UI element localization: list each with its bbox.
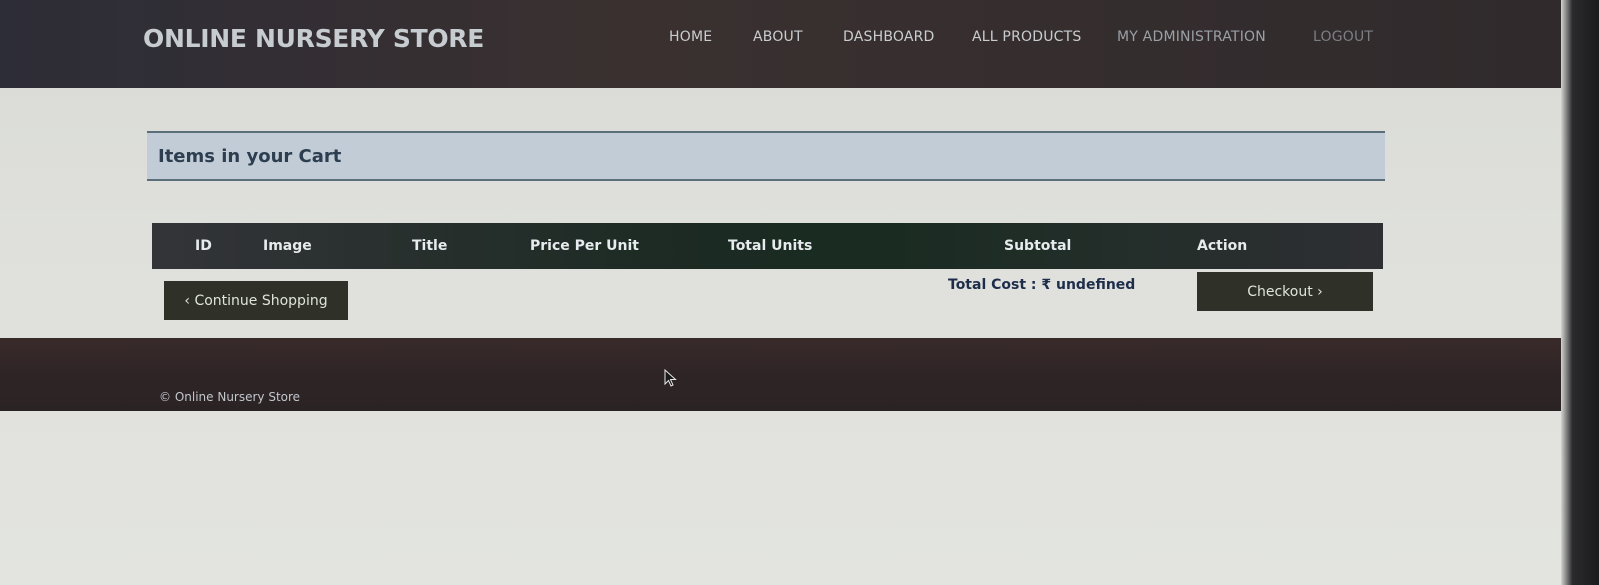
column-header-action: Action <box>1197 238 1248 254</box>
checkout-button[interactable]: Checkout › <box>1197 272 1373 311</box>
cart-table-header: ID Image Title Price Per Unit Total Unit… <box>152 223 1383 269</box>
monitor-bezel <box>1561 0 1599 585</box>
nav-my-administration[interactable]: MY ADMINISTRATION <box>1117 29 1266 45</box>
footer-copyright: © Online Nursery Store <box>159 390 301 404</box>
continue-shopping-button[interactable]: ‹ Continue Shopping <box>164 281 348 320</box>
nav-all-products[interactable]: ALL PRODUCTS <box>972 29 1081 45</box>
cart-title-panel: Items in your Cart <box>147 131 1385 181</box>
cart-title: Items in your Cart <box>158 146 342 167</box>
site-footer: © Online Nursery Store <box>0 338 1599 411</box>
column-header-id: ID <box>195 238 212 254</box>
nav-logout[interactable]: LOGOUT <box>1313 29 1373 45</box>
nav-home[interactable]: HOME <box>669 29 712 45</box>
column-header-title: Title <box>412 238 448 254</box>
main-nav: HOME ABOUT DASHBOARD ALL PRODUCTS MY ADM… <box>0 29 1599 49</box>
screen: ONLINE NURSERY STORE HOME ABOUT DASHBOAR… <box>0 0 1599 585</box>
mouse-pointer-icon <box>664 369 677 387</box>
total-cost: Total Cost : ₹ undefined <box>948 277 1136 293</box>
column-header-price-per-unit: Price Per Unit <box>530 238 639 254</box>
site-header: ONLINE NURSERY STORE HOME ABOUT DASHBOAR… <box>0 0 1599 88</box>
column-header-subtotal: Subtotal <box>1004 238 1072 254</box>
column-header-total-units: Total Units <box>728 238 813 254</box>
column-header-image: Image <box>263 238 312 254</box>
nav-about[interactable]: ABOUT <box>753 29 803 45</box>
nav-dashboard[interactable]: DASHBOARD <box>843 29 935 45</box>
